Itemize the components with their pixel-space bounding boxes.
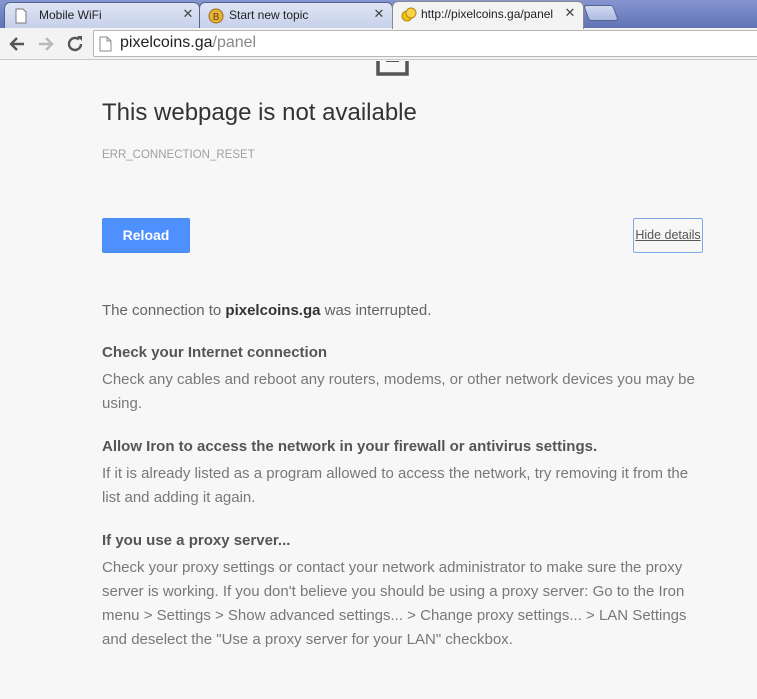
tab-title: Mobile WiFi — [39, 8, 102, 22]
close-icon[interactable]: ✕ — [181, 7, 195, 21]
back-arrow-icon[interactable] — [6, 33, 28, 55]
reload-button[interactable]: Reload — [102, 218, 190, 253]
hide-details-button[interactable]: Hide details — [633, 218, 703, 253]
section-body-internet: Check any cables and reboot any routers,… — [102, 371, 695, 412]
tab-title: Start new topic — [229, 8, 309, 22]
tab-mobile-wifi[interactable]: Mobile WiFi ✕ — [4, 2, 200, 28]
page-icon — [99, 36, 112, 52]
forward-arrow-icon[interactable] — [35, 33, 57, 55]
summary-suffix: was interrupted. — [320, 302, 432, 319]
url-host: pixelcoins.ga — [120, 34, 213, 51]
svg-text:B: B — [213, 12, 220, 23]
error-summary: The connection to pixelcoins.ga was inte… — [102, 302, 431, 319]
tab-title: http://pixelcoins.ga/panel — [421, 7, 554, 21]
coins-icon — [401, 7, 417, 23]
summary-prefix: The connection to — [102, 302, 226, 319]
reload-icon[interactable] — [64, 33, 86, 55]
section-heading-internet: Check your Internet connection — [102, 344, 328, 361]
blank-page-icon — [13, 8, 29, 24]
url-text[interactable]: pixelcoins.ga/panel — [120, 34, 256, 52]
section-body-firewall: If it is already listed as a program all… — [102, 465, 689, 506]
tab-strip: Mobile WiFi ✕ B Start new topic ✕ http:/… — [0, 0, 757, 29]
tab-start-new-topic[interactable]: B Start new topic ✕ — [199, 2, 393, 28]
new-tab-button[interactable] — [583, 5, 619, 21]
close-icon[interactable]: ✕ — [563, 6, 577, 20]
browser-toolbar: pixelcoins.ga/panel — [0, 28, 757, 60]
error-page: This webpage is not available ERR_CONNEC… — [0, 61, 757, 699]
page-title: This webpage is not available — [102, 99, 417, 126]
section-heading-firewall: Allow Iron to access the network in your… — [102, 438, 598, 455]
summary-host: pixelcoins.ga — [225, 302, 321, 319]
sad-document-icon — [376, 61, 409, 76]
tab-pixelcoins-panel[interactable]: http://pixelcoins.ga/panel ✕ — [392, 1, 584, 29]
section-body-proxy: Check your proxy settings or contact you… — [102, 559, 687, 648]
bitcoin-coin-icon: B — [208, 8, 224, 24]
section-heading-proxy: If you use a proxy server... — [102, 532, 291, 549]
error-code: ERR_CONNECTION_RESET — [102, 149, 255, 161]
close-icon[interactable]: ✕ — [372, 7, 386, 21]
url-path: /panel — [212, 34, 257, 51]
address-bar[interactable]: pixelcoins.ga/panel — [93, 30, 757, 57]
